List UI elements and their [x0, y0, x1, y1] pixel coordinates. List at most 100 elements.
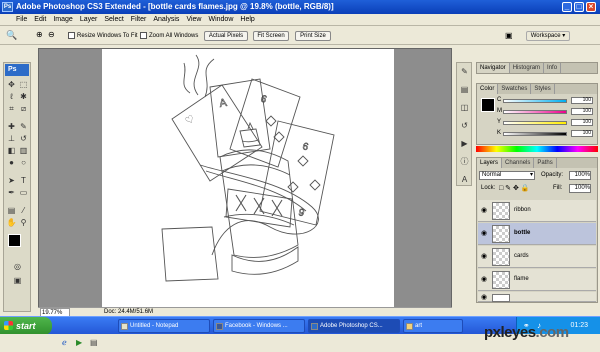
menu-help[interactable]: Help: [240, 16, 254, 23]
eye-icon[interactable]: ◉: [480, 206, 488, 214]
workspace-button[interactable]: Workspace ▾: [526, 31, 570, 41]
doc-size-readout: Doc: 24.4M/51.6M: [104, 309, 154, 315]
print-size-button[interactable]: Print Size: [295, 31, 331, 41]
start-button[interactable]: start: [0, 317, 52, 335]
healing-brush-icon[interactable]: ✚: [6, 122, 17, 132]
task-art-folder[interactable]: art: [403, 319, 463, 333]
tab-histogram[interactable]: Histogram: [510, 63, 545, 73]
zoom-out-icon[interactable]: ⊖: [48, 30, 55, 39]
clock[interactable]: 01:23: [570, 322, 588, 329]
magenta-slider[interactable]: M 100: [497, 108, 597, 115]
task-notepad[interactable]: Untitled - Notepad: [118, 319, 210, 333]
maximize-button[interactable]: □: [574, 2, 584, 12]
lasso-tool-icon[interactable]: ℓ: [6, 92, 17, 102]
actions-panel-icon[interactable]: ▶: [459, 139, 470, 149]
layer-row-cards[interactable]: ◉ cards: [478, 246, 596, 268]
magic-wand-tool-icon[interactable]: ✱: [18, 92, 29, 102]
history-panel-icon[interactable]: ↺: [459, 121, 470, 131]
layer-row-ribbon[interactable]: ◉ ribbon: [478, 200, 596, 222]
tab-color[interactable]: Color: [477, 84, 499, 94]
screen-mode-icon[interactable]: ▣: [12, 276, 23, 286]
type-tool-icon[interactable]: T: [18, 176, 29, 186]
history-brush-icon[interactable]: ↺: [18, 134, 29, 144]
color-foreground-swatch[interactable]: [481, 98, 495, 112]
menu-window[interactable]: Window: [208, 16, 233, 23]
layer-row-flame[interactable]: ◉ flame: [478, 269, 596, 291]
zoom-tool-box-icon[interactable]: ⚲: [18, 218, 29, 228]
slice-tool-icon[interactable]: ⧄: [18, 104, 29, 114]
opacity-input[interactable]: 100%: [569, 171, 591, 180]
task-facebook[interactable]: Facebook - Windows ...: [213, 319, 305, 333]
menu-select[interactable]: Select: [104, 16, 123, 23]
tool-presets-icon[interactable]: ▤: [459, 85, 470, 95]
zoom-in-icon[interactable]: ⊕: [36, 30, 43, 39]
eyedropper-tool-icon[interactable]: ⁄: [18, 206, 29, 216]
pen-tool-icon[interactable]: ✒: [6, 188, 17, 198]
yellow-slider[interactable]: Y 100: [497, 119, 597, 126]
fit-screen-button[interactable]: Fit Screen: [253, 31, 289, 41]
character-panel-icon[interactable]: A: [459, 175, 470, 185]
cyan-value[interactable]: 100: [571, 97, 593, 104]
hand-tool-icon[interactable]: ✋: [6, 218, 17, 228]
task-photoshop[interactable]: Adobe Photoshop CS...: [308, 319, 400, 333]
layer-row-bottle[interactable]: ◉ bottle: [478, 223, 596, 245]
desktop-icon[interactable]: ▤: [90, 338, 98, 347]
ie-icon[interactable]: ℯ: [62, 338, 67, 347]
info-panel-icon[interactable]: ⓘ: [459, 157, 470, 167]
brushes-panel-icon[interactable]: ✎: [459, 67, 470, 77]
notes-tool-icon[interactable]: ▤: [6, 206, 17, 216]
resize-windows-checkbox[interactable]: [68, 32, 75, 39]
menu-filter[interactable]: Filter: [131, 16, 147, 23]
quick-mask-icon[interactable]: ◎: [12, 262, 23, 272]
yellow-label: Y: [497, 119, 502, 125]
bridge-icon[interactable]: ▣: [505, 31, 513, 40]
layer-row-background[interactable]: ◉: [478, 292, 596, 302]
clone-stamp-icon[interactable]: ⊥: [6, 134, 17, 144]
blend-mode-select[interactable]: Normal ▾: [479, 171, 535, 180]
menu-edit[interactable]: Edit: [34, 16, 46, 23]
eye-icon[interactable]: ◉: [480, 275, 488, 283]
tab-navigator[interactable]: Navigator: [477, 63, 510, 73]
tab-channels[interactable]: Channels: [502, 158, 535, 168]
gradient-tool-icon[interactable]: ▥: [18, 146, 29, 156]
magenta-value[interactable]: 100: [571, 108, 593, 115]
blur-tool-icon[interactable]: ●: [6, 158, 17, 168]
menu-analysis[interactable]: Analysis: [153, 16, 179, 23]
brush-tool-icon[interactable]: ✎: [18, 122, 29, 132]
move-tool-icon[interactable]: ✥: [6, 80, 17, 90]
dodge-tool-icon[interactable]: ○: [18, 158, 29, 168]
actual-pixels-button[interactable]: Actual Pixels: [204, 31, 248, 41]
menu-view[interactable]: View: [186, 16, 201, 23]
marquee-tool-icon[interactable]: ⬚: [18, 80, 29, 90]
lock-icons[interactable]: □ ✎ ✥ 🔒: [499, 184, 530, 192]
eye-icon[interactable]: ◉: [480, 252, 488, 260]
zoom-all-checkbox[interactable]: [140, 32, 147, 39]
black-slider[interactable]: K 100: [497, 130, 597, 137]
menu-image[interactable]: Image: [53, 16, 72, 23]
minimize-button[interactable]: _: [562, 2, 572, 12]
zoom-tool-icon[interactable]: 🔍: [6, 30, 17, 41]
tab-swatches[interactable]: Swatches: [498, 84, 532, 94]
path-selection-icon[interactable]: ➤: [6, 176, 17, 186]
shape-tool-icon[interactable]: ▭: [18, 188, 29, 198]
tab-paths[interactable]: Paths: [534, 158, 557, 168]
close-button[interactable]: ×: [586, 2, 596, 12]
eye-icon[interactable]: ◉: [480, 229, 488, 237]
eraser-tool-icon[interactable]: ◧: [6, 146, 17, 156]
tab-info[interactable]: Info: [544, 63, 562, 73]
eye-icon[interactable]: ◉: [480, 293, 488, 301]
black-value[interactable]: 100: [571, 130, 593, 137]
foreground-color-swatch[interactable]: [8, 234, 21, 247]
media-player-icon[interactable]: ▶: [76, 338, 82, 347]
fill-input[interactable]: 100%: [569, 184, 591, 193]
menu-file[interactable]: File: [16, 16, 27, 23]
menu-layer[interactable]: Layer: [80, 16, 98, 23]
yellow-value[interactable]: 100: [571, 119, 593, 126]
cyan-slider[interactable]: C 100: [497, 97, 597, 104]
color-ramp[interactable]: [476, 146, 598, 152]
tab-styles[interactable]: Styles: [531, 84, 555, 94]
layer-comps-icon[interactable]: ◫: [459, 103, 470, 113]
document-canvas[interactable]: ♡ A 6 6 9: [102, 49, 394, 311]
tab-layers[interactable]: Layers: [477, 158, 503, 168]
crop-tool-icon[interactable]: ⌗: [6, 104, 17, 114]
